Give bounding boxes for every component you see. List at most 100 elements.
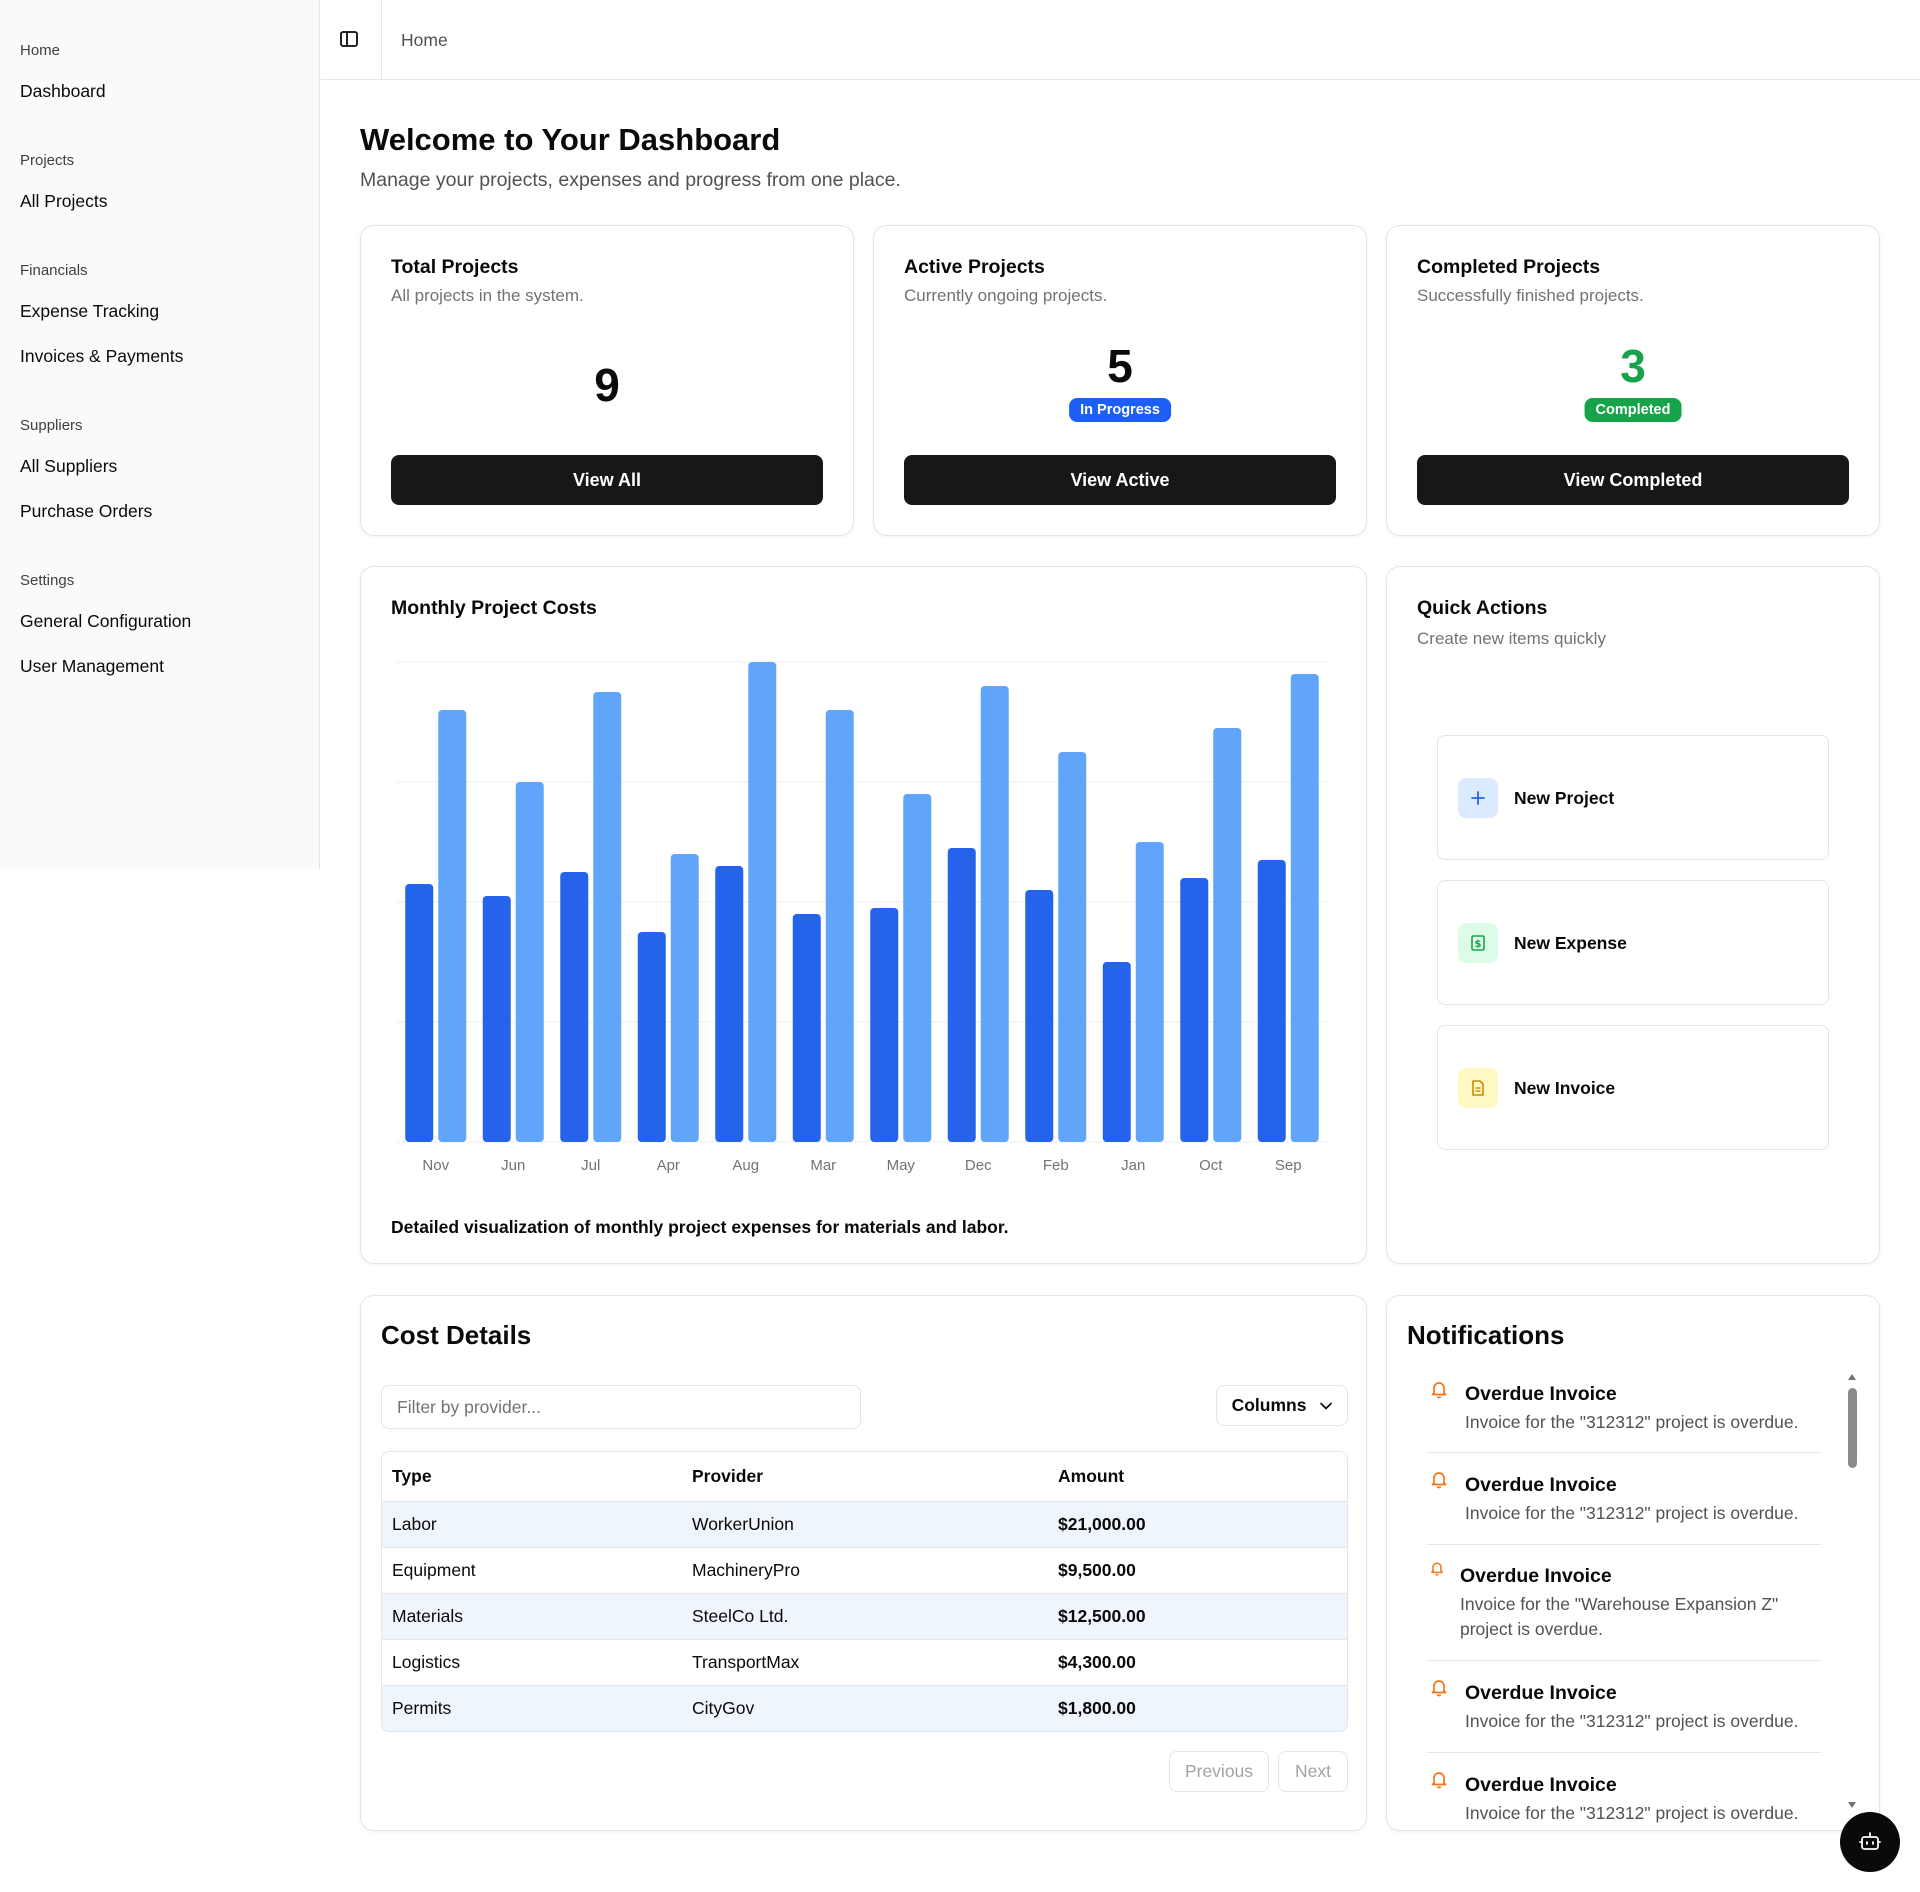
stat-card-desc: Currently ongoing projects. [904, 286, 1108, 305]
x-tick-label: Feb [1043, 1157, 1069, 1174]
view-completed-button[interactable]: View Completed [1417, 455, 1849, 505]
stat-value: 9 [594, 359, 620, 411]
scrollbar-thumb[interactable] [1848, 1388, 1857, 1468]
chevron-down-icon [1320, 1402, 1333, 1409]
view-active-button[interactable]: View Active [904, 455, 1336, 505]
stat-card-active-projects: Active Projects Currently ongoing projec… [873, 225, 1367, 536]
chart-bar-oct-2[interactable] [1213, 728, 1242, 1142]
nav-group-suppliers: Suppliers [20, 417, 83, 434]
notification-item[interactable]: Overdue Invoice Invoice for the "312312"… [1427, 1763, 1821, 1829]
previous-page-button[interactable]: Previous [1169, 1751, 1269, 1792]
new-invoice-label: New Invoice [1514, 1078, 1616, 1098]
notification-item[interactable]: Overdue Invoice Invoice for the "312312"… [1427, 1463, 1821, 1545]
chart-bar-nov-2[interactable] [438, 710, 467, 1142]
sidebar-toggle-icon[interactable] [339, 29, 359, 49]
sidebar-item-general-configuration[interactable]: General Configuration [20, 611, 191, 632]
cell-provider: TransportMax [682, 1639, 1048, 1686]
filter-provider-input[interactable] [381, 1385, 861, 1429]
chart-bar-aug-2[interactable] [748, 662, 777, 1142]
chart-bar-sep-1[interactable] [1257, 860, 1286, 1142]
chart-bar-oct-1[interactable] [1180, 878, 1209, 1142]
chart-bar-may-2[interactable] [903, 794, 932, 1142]
stat-card-title: Total Projects [391, 256, 519, 278]
quick-actions-title: Quick Actions [1417, 597, 1548, 619]
chart-bar-jan-2[interactable] [1135, 842, 1164, 1142]
x-tick-label: Sep [1275, 1157, 1302, 1174]
chart-bar-aug-1[interactable] [715, 866, 744, 1142]
status-badge-in-progress: In Progress [1069, 398, 1171, 422]
chart-bar-mar-1[interactable] [792, 914, 821, 1142]
cell-type: Materials [382, 1593, 682, 1640]
page-subtitle: Manage your projects, expenses and progr… [360, 169, 901, 191]
table-row[interactable]: Materials SteelCo Ltd. $12,500.00 [382, 1593, 1347, 1640]
chart-bar-feb-1[interactable] [1025, 890, 1054, 1142]
nav-group-financials: Financials [20, 262, 88, 279]
view-all-button[interactable]: View All [391, 455, 823, 505]
notification-title: Overdue Invoice [1465, 1682, 1617, 1704]
notification-text: Invoice for the "312312" project is over… [1465, 1412, 1799, 1432]
quick-actions-card: Quick Actions Create new items quickly N… [1386, 566, 1880, 1264]
sidebar: Home Dashboard Projects All Projects Fin… [0, 0, 320, 869]
new-project-button[interactable]: New Project [1437, 735, 1829, 860]
sidebar-item-purchase-orders[interactable]: Purchase Orders [20, 501, 152, 522]
scroll-down-arrow-icon[interactable] [1847, 1801, 1857, 1809]
sidebar-item-all-projects[interactable]: All Projects [20, 191, 108, 212]
monthly-costs-chart: Nov Jun Jul Apr Aug Mar May Dec Feb Jan Oct Sep [397, 661, 1327, 1174]
sidebar-item-user-management[interactable]: User Management [20, 656, 164, 677]
chart-bar-may-1[interactable] [870, 908, 899, 1142]
svg-text:$: $ [1475, 939, 1482, 950]
notification-title: Overdue Invoice [1465, 1474, 1617, 1496]
stat-card-title: Completed Projects [1417, 256, 1601, 278]
notifications-list[interactable]: Overdue Invoice Invoice for the "312312"… [1427, 1373, 1821, 1829]
cell-amount: $12,500.00 [1048, 1593, 1347, 1640]
chart-bar-mar-2[interactable] [825, 710, 854, 1142]
chart-bar-jun-1[interactable] [482, 896, 511, 1142]
chart-bar-dec-1[interactable] [947, 848, 976, 1142]
cell-amount: $1,800.00 [1048, 1685, 1347, 1731]
notification-text: Invoice for the "Warehouse Expansion Z" … [1460, 1594, 1779, 1639]
bell-icon [1431, 1472, 1447, 1489]
column-header-type[interactable]: Type [382, 1452, 682, 1502]
cost-details-title: Cost Details [381, 1320, 532, 1350]
new-expense-button[interactable]: $ New Expense [1437, 880, 1829, 1005]
chart-bar-jun-2[interactable] [515, 782, 544, 1142]
chart-bar-apr-2[interactable] [670, 854, 699, 1142]
columns-button[interactable]: Columns [1216, 1385, 1348, 1426]
notification-title: Overdue Invoice [1460, 1565, 1612, 1587]
cell-type: Logistics [382, 1639, 682, 1686]
table-row[interactable]: Equipment MachineryPro $9,500.00 [382, 1547, 1347, 1594]
chart-bar-dec-2[interactable] [980, 686, 1009, 1142]
monthly-costs-card: Monthly Project Costs Nov Jun Jul Apr Aug Mar… [360, 566, 1367, 1264]
notification-item[interactable]: Overdue Invoice Invoice for the "Warehou… [1427, 1556, 1821, 1661]
stat-card-title: Active Projects [904, 256, 1045, 278]
chart-bar-jan-1[interactable] [1102, 962, 1131, 1142]
chart-bar-nov-1[interactable] [405, 884, 434, 1142]
cell-amount: $21,000.00 [1048, 1501, 1347, 1548]
chart-bar-apr-1[interactable] [637, 932, 666, 1142]
chart-bar-jul-2[interactable] [593, 692, 622, 1142]
sidebar-item-expense-tracking[interactable]: Expense Tracking [20, 301, 159, 322]
assistant-bot-button[interactable] [1840, 1812, 1900, 1872]
table-row[interactable]: Logistics TransportMax $4,300.00 [382, 1639, 1347, 1686]
cell-amount: $9,500.00 [1048, 1547, 1347, 1594]
sidebar-item-invoices-payments[interactable]: Invoices & Payments [20, 346, 183, 367]
table-row[interactable]: Labor WorkerUnion $21,000.00 [382, 1501, 1347, 1548]
new-invoice-button[interactable]: New Invoice [1437, 1025, 1829, 1150]
next-page-button[interactable]: Next [1278, 1751, 1348, 1792]
breadcrumb[interactable]: Home [401, 30, 448, 51]
table-row[interactable]: Permits CityGov $1,800.00 [382, 1685, 1347, 1731]
chart-bar-jul-1[interactable] [560, 872, 589, 1142]
x-tick-label: Aug [732, 1157, 759, 1174]
cell-provider: MachineryPro [682, 1547, 1048, 1594]
chart-bar-sep-2[interactable] [1290, 674, 1319, 1142]
column-header-amount[interactable]: Amount [1048, 1452, 1347, 1502]
sidebar-item-all-suppliers[interactable]: All Suppliers [20, 456, 117, 477]
stat-card-total-projects: Total Projects All projects in the syste… [360, 225, 854, 536]
scroll-up-arrow-icon[interactable] [1847, 1373, 1857, 1381]
notification-item[interactable]: Overdue Invoice Invoice for the "312312"… [1427, 1671, 1821, 1753]
sidebar-item-dashboard[interactable]: Dashboard [20, 81, 106, 102]
chart-bar-feb-2[interactable] [1058, 752, 1087, 1142]
notification-item[interactable]: Overdue Invoice Invoice for the "312312"… [1427, 1373, 1821, 1453]
dollar-icon: $ [1458, 923, 1498, 963]
column-header-provider[interactable]: Provider [682, 1452, 1048, 1502]
